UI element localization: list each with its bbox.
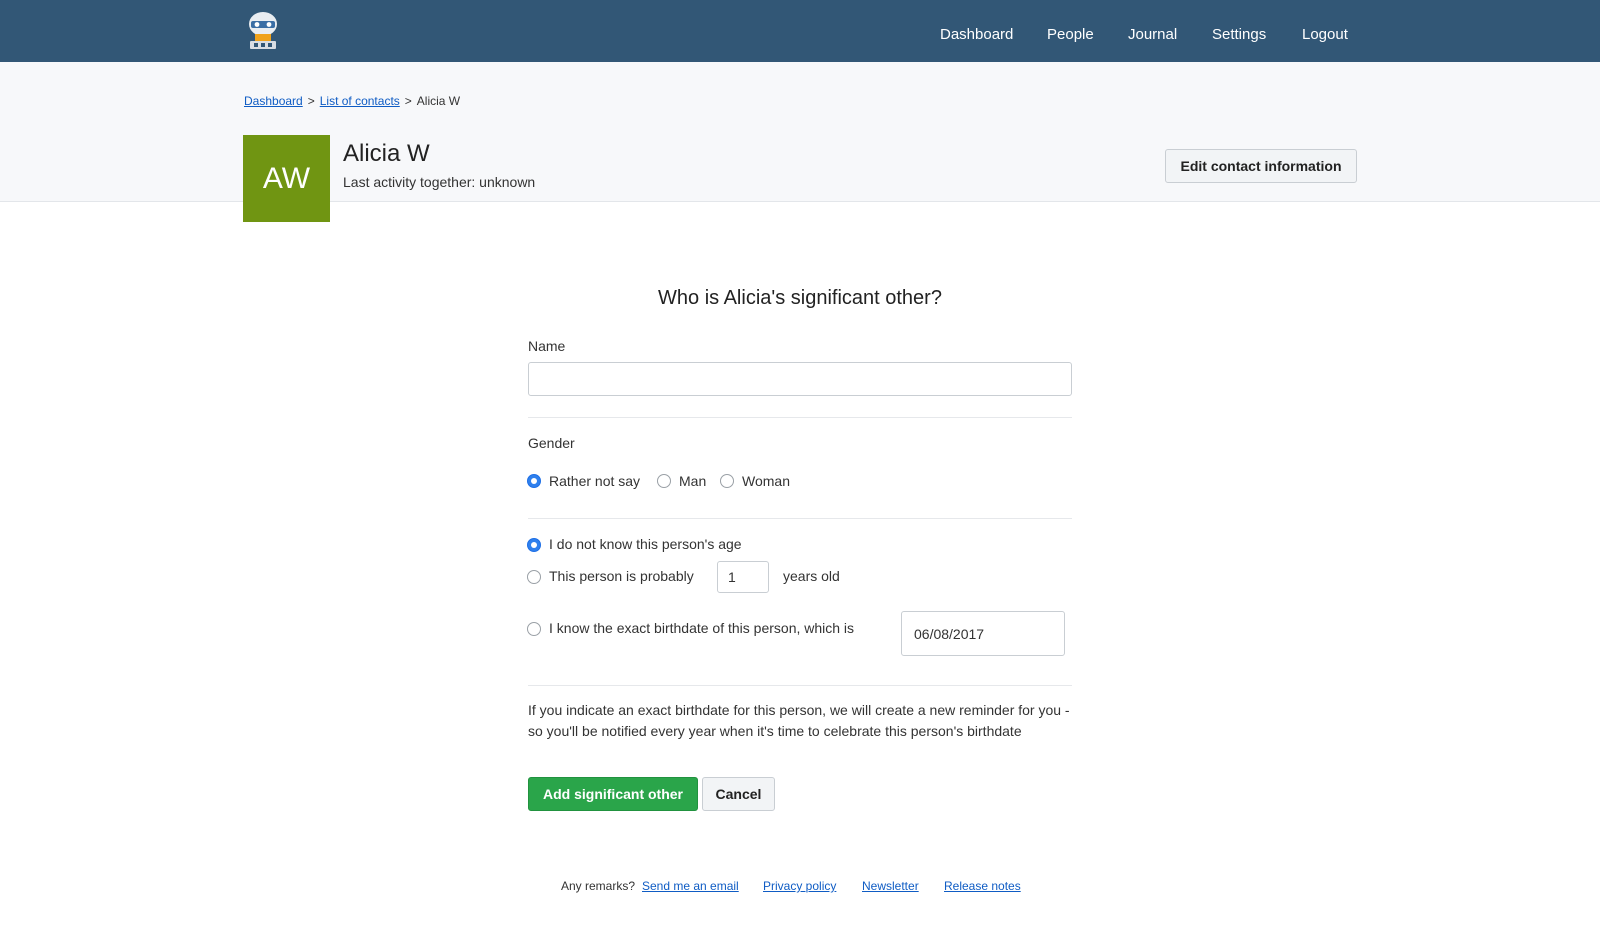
age-input[interactable]: [717, 561, 769, 593]
gender-label: Gender: [528, 435, 575, 451]
contact-header: [0, 62, 1600, 202]
gender-rather-not-say-label: Rather not say: [549, 473, 641, 489]
breadcrumb-separator: >: [404, 94, 412, 108]
age-probably-radio[interactable]: [527, 570, 541, 584]
breadcrumb-dashboard-link[interactable]: Dashboard: [244, 94, 303, 108]
footer-remarks-text: Any remarks?: [561, 879, 636, 893]
birthdate-radio[interactable]: [527, 622, 541, 636]
gender-man-radio[interactable]: [657, 474, 671, 488]
top-navigation-bar: Dashboard People Journal Settings Logout: [0, 0, 1600, 62]
avatar: AW: [243, 135, 330, 222]
divider: [528, 685, 1072, 686]
birthdate-reminder-info: If you indicate an exact birthdate for t…: [528, 702, 1070, 739]
cancel-button[interactable]: Cancel: [702, 777, 775, 811]
divider: [528, 518, 1072, 519]
name-input[interactable]: [528, 362, 1072, 396]
gender-woman-label: Woman: [742, 473, 790, 489]
age-unknown-label: I do not know this person's age: [549, 536, 742, 552]
age-suffix-label: years old: [783, 568, 840, 584]
footer-privacy-link[interactable]: Privacy policy: [763, 879, 836, 893]
breadcrumb-current: Alicia W: [416, 94, 461, 108]
nav-journal[interactable]: Journal: [1128, 26, 1177, 43]
age-probably-label: This person is probably: [549, 568, 694, 584]
divider: [528, 417, 1072, 418]
gender-rather-not-say-radio[interactable]: [527, 474, 541, 488]
footer-release-notes-link[interactable]: Release notes: [944, 879, 1021, 893]
footer-newsletter-link[interactable]: Newsletter: [862, 879, 919, 893]
nav-logout[interactable]: Logout: [1302, 26, 1348, 43]
breadcrumb: Dashboard > List of contacts > Alicia W: [244, 94, 460, 108]
app-logo-icon[interactable]: [243, 11, 283, 53]
last-activity-text: Last activity together: unknown: [343, 174, 536, 190]
gender-woman-radio[interactable]: [720, 474, 734, 488]
edit-contact-button[interactable]: Edit contact information: [1165, 149, 1357, 183]
birthdate-input[interactable]: [901, 611, 1065, 656]
nav-settings[interactable]: Settings: [1212, 26, 1266, 43]
age-unknown-radio[interactable]: [527, 538, 541, 552]
form-title: Who is Alicia's significant other?: [658, 287, 942, 309]
nav-people[interactable]: People: [1047, 26, 1094, 43]
nav-dashboard[interactable]: Dashboard: [940, 26, 1013, 43]
name-label: Name: [528, 338, 566, 354]
breadcrumb-list-link[interactable]: List of contacts: [320, 94, 400, 108]
breadcrumb-separator: >: [307, 94, 315, 108]
add-significant-other-button[interactable]: Add significant other: [528, 777, 698, 811]
contact-name: Alicia W: [343, 140, 430, 167]
gender-man-label: Man: [679, 473, 707, 489]
birthdate-label: I know the exact birthdate of this perso…: [549, 620, 855, 636]
footer-email-link[interactable]: Send me an email: [642, 879, 739, 893]
